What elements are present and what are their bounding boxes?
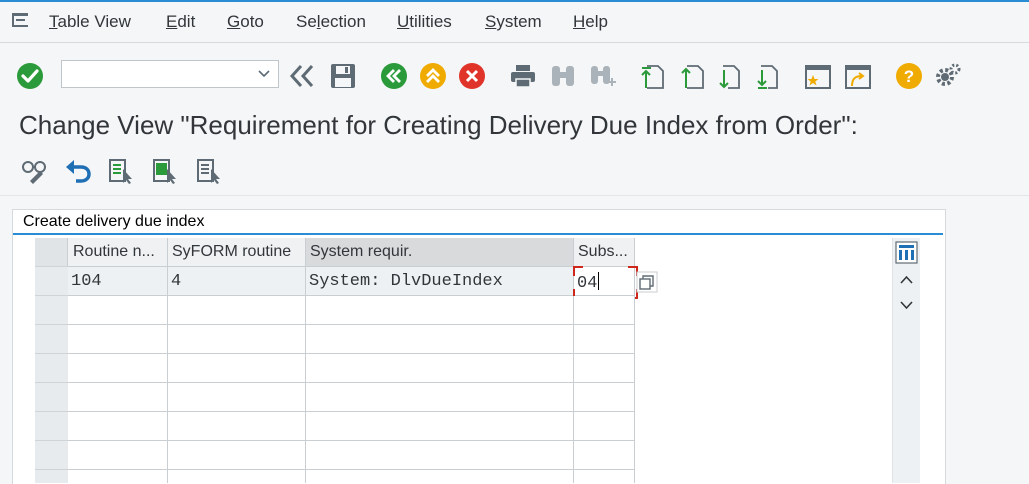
shortcut-icon[interactable]: [844, 62, 872, 90]
empty-cell[interactable]: [68, 470, 168, 483]
column-header-subsequent[interactable]: Subs...: [574, 238, 635, 267]
enter-icon[interactable]: [16, 62, 44, 90]
print-icon[interactable]: [509, 62, 537, 90]
row-selector[interactable]: [35, 296, 68, 325]
empty-cell[interactable]: [574, 441, 635, 470]
empty-cell[interactable]: [574, 325, 635, 354]
cancel-icon[interactable]: [458, 62, 486, 90]
select-all-icon[interactable]: [108, 157, 136, 185]
empty-cell[interactable]: [168, 441, 306, 470]
menu-goto[interactable]: Goto: [227, 12, 264, 32]
empty-cell[interactable]: [68, 441, 168, 470]
menu-selection[interactable]: Selection: [296, 12, 366, 32]
empty-cell[interactable]: [168, 383, 306, 412]
empty-cell[interactable]: [168, 354, 306, 383]
empty-cell[interactable]: [306, 296, 574, 325]
empty-cell[interactable]: [68, 296, 168, 325]
row-selector[interactable]: [35, 412, 68, 441]
help-icon[interactable]: ?: [895, 62, 923, 90]
row-selector[interactable]: [35, 383, 68, 412]
find-icon[interactable]: [549, 62, 577, 90]
last-page-icon[interactable]: [756, 62, 784, 90]
menu-bar: Table View Edit Goto Selection Utilities…: [0, 2, 1029, 43]
column-header-syform-routine[interactable]: SyFORM routine: [168, 238, 306, 267]
column-header-routine[interactable]: Routine n...: [68, 238, 168, 267]
save-icon[interactable]: [329, 62, 357, 90]
menu-help[interactable]: Help: [573, 12, 608, 32]
deselect-all-icon[interactable]: [196, 157, 224, 185]
menu-icon[interactable]: [12, 12, 32, 30]
vertical-scrollbar[interactable]: [892, 238, 920, 483]
row-selector[interactable]: [35, 325, 68, 354]
create-session-icon[interactable]: [804, 62, 832, 90]
row-selector[interactable]: [35, 267, 68, 296]
empty-cell[interactable]: [306, 441, 574, 470]
menu-edit[interactable]: Edit: [166, 12, 195, 32]
cell-system-requirement: System: DlvDueIndex: [306, 267, 574, 296]
empty-cell[interactable]: [306, 470, 574, 483]
panel-title: Create delivery due index: [23, 213, 205, 230]
menu-system[interactable]: System: [485, 12, 542, 32]
empty-cell[interactable]: [574, 383, 635, 412]
cell-routine: 104: [68, 267, 168, 296]
empty-cell[interactable]: [306, 383, 574, 412]
chevron-down-icon[interactable]: [258, 69, 270, 79]
table-settings-icon[interactable]: [895, 241, 918, 264]
empty-cell[interactable]: [168, 470, 306, 483]
focus-corner-tl: [573, 266, 583, 276]
display-change-icon[interactable]: [20, 157, 48, 185]
select-all-rows-cell[interactable]: [35, 238, 68, 267]
settings-icon[interactable]: [934, 62, 962, 90]
undo-icon[interactable]: [64, 157, 92, 185]
back-icon[interactable]: [380, 62, 408, 90]
back-history-icon[interactable]: [288, 62, 316, 90]
select-block-icon[interactable]: [152, 157, 180, 185]
empty-cell[interactable]: [168, 296, 306, 325]
panel-title-underline: [13, 233, 943, 235]
find-next-icon[interactable]: [588, 62, 616, 90]
empty-cell[interactable]: [68, 383, 168, 412]
toolbar-divider: [0, 195, 1029, 196]
empty-cell[interactable]: [68, 412, 168, 441]
empty-cell[interactable]: [574, 296, 635, 325]
empty-cell[interactable]: [574, 354, 635, 383]
row-selector[interactable]: [35, 470, 68, 483]
empty-cell[interactable]: [306, 354, 574, 383]
empty-cell[interactable]: [306, 412, 574, 441]
empty-cell[interactable]: [306, 325, 574, 354]
empty-cell[interactable]: [574, 412, 635, 441]
svg-text:?: ?: [904, 67, 914, 86]
text-cursor: [598, 272, 600, 290]
exit-icon[interactable]: [419, 62, 447, 90]
row-selector[interactable]: [35, 354, 68, 383]
empty-cell[interactable]: [68, 325, 168, 354]
menu-table-view[interactable]: Table View: [49, 12, 131, 32]
row-selector[interactable]: [35, 441, 68, 470]
empty-cell[interactable]: [68, 354, 168, 383]
empty-cell[interactable]: [574, 470, 635, 483]
menu-utilities[interactable]: Utilities: [397, 12, 452, 32]
cell-subsequent-input[interactable]: 04: [574, 267, 635, 296]
next-page-icon[interactable]: [718, 62, 746, 90]
column-header-system-requirement[interactable]: System requir.: [306, 238, 574, 267]
previous-page-icon[interactable]: [678, 62, 706, 90]
command-field[interactable]: [61, 60, 279, 88]
page-title: Change View "Requirement for Creating De…: [19, 110, 858, 140]
scroll-up-icon[interactable]: [899, 274, 914, 286]
value-help-icon[interactable]: [636, 271, 658, 293]
first-page-icon[interactable]: [638, 62, 666, 90]
empty-cell[interactable]: [168, 412, 306, 441]
scroll-down-icon[interactable]: [899, 299, 914, 311]
cell-syform-routine: 4: [168, 267, 306, 296]
empty-cell[interactable]: [168, 325, 306, 354]
